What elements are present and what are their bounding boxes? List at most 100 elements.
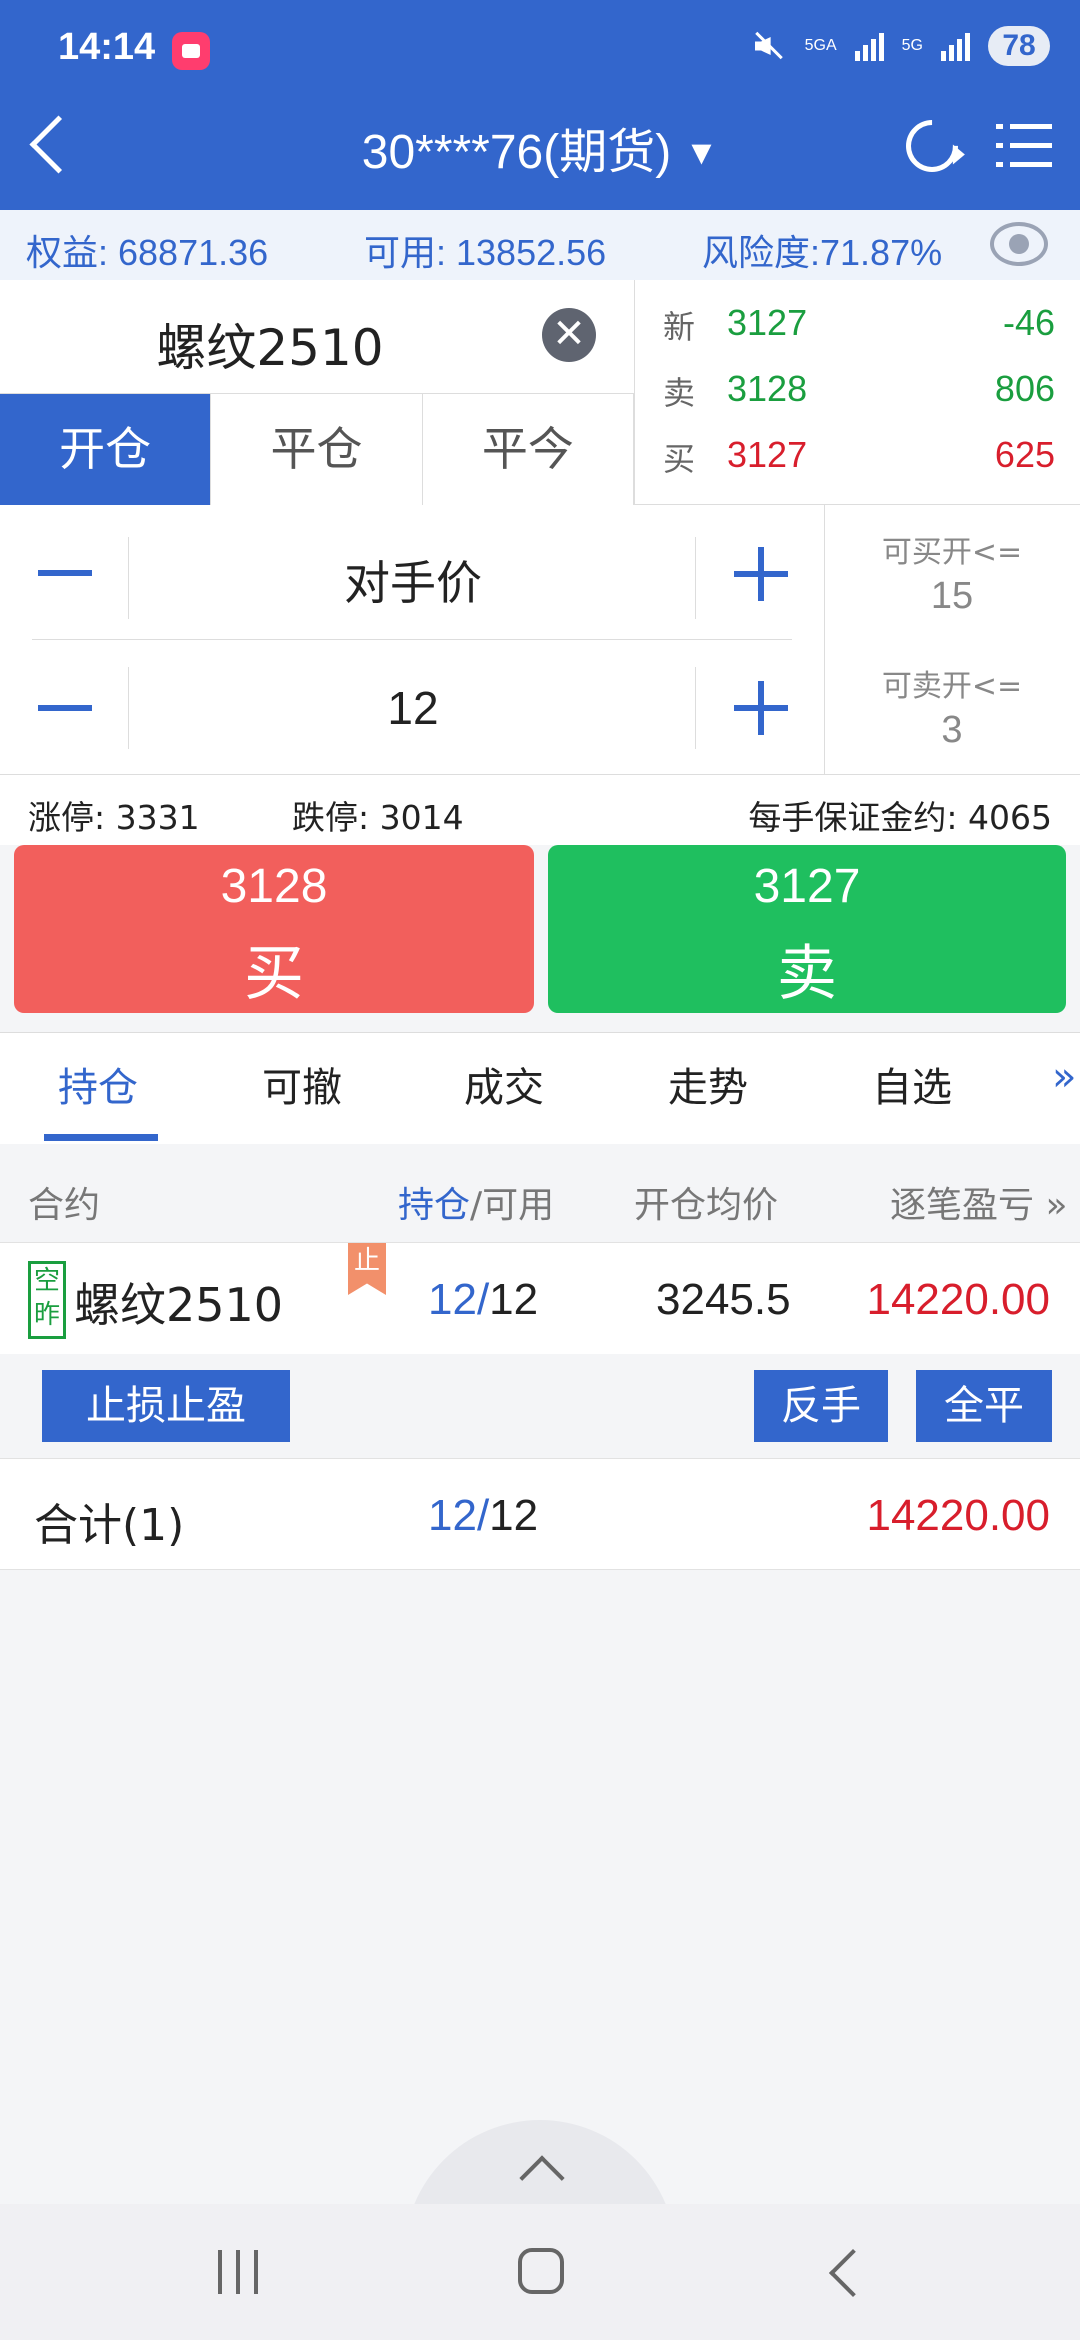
battery-indicator: 78 [988,26,1050,66]
stop-bookmark-tag: 止 [348,1243,386,1295]
max-buy-open-value: 15 [930,575,974,617]
sell-label: 卖 [777,939,837,1009]
position-hold-value: 12/ [428,1275,490,1324]
signal-icon [854,31,884,61]
table-row[interactable]: 空昨 螺纹2510 止 12/12 3245.5 14220.00 [0,1242,1080,1354]
quantity-input[interactable]: 12 [130,681,696,735]
tab-cancellable[interactable]: 可撤 [262,1055,342,1113]
position-contract-name: 螺纹2510 [74,1278,284,1332]
quote-last-price: 3127 [727,302,808,343]
reverse-button[interactable]: 反手 [754,1370,888,1442]
col-pnl[interactable]: 逐笔盈亏 » [890,1176,1067,1228]
sell-price: 3127 [753,860,861,913]
position-avg-price: 3245.5 [656,1275,791,1324]
total-hold-value: 12/ [428,1491,490,1540]
total-hold: 12/12 [428,1491,538,1541]
quote-ask-price: 3128 [727,368,808,409]
quote-ask-row[interactable]: 卖 3128 806 [635,368,1080,434]
quote-ask-volume: 806 [994,368,1055,409]
contract-name[interactable]: 螺纹2510 [0,308,540,380]
status-time: 14:14 [58,26,156,68]
quote-bid-volume: 625 [994,434,1055,475]
max-sell-open-value: 3 [941,709,963,751]
quote-last-label: 新 [663,308,696,346]
total-pnl: 14220.00 [866,1491,1050,1540]
tab-watchlist[interactable]: 自选 [872,1055,952,1113]
col-contract: 合约 [28,1185,101,1226]
buy-price: 3128 [220,860,328,913]
top-bar: 14:14 5GA 5G 78 30****76(期货) ▼ [0,0,1080,210]
col-avg-price: 开仓均价 [634,1185,779,1226]
active-tab-indicator [44,1134,158,1141]
position-available-value: 12 [489,1275,539,1324]
price-plus-button[interactable] [734,547,788,601]
total-label: 合计(1) [34,1500,185,1551]
signal-icon [941,31,970,61]
risk-value: 风险度:71.87% [702,232,943,273]
divider [695,667,696,749]
order-panel: 对手价 12 可买开<= 15 可卖开<= 3 [0,505,1080,775]
trade-type-tabs: 开仓 平仓 平今 [0,393,634,505]
dropdown-triangle-icon: ▼ [684,134,719,172]
col-hold: 持仓/可用 [398,1176,554,1228]
price-mode-selector[interactable]: 对手价 [130,547,696,613]
more-tabs-button[interactable]: » [1052,1054,1076,1100]
tab-trend[interactable]: 走势 [668,1055,748,1113]
quantity-plus-button[interactable] [734,681,788,735]
clear-contract-button[interactable]: ✕ [542,308,596,362]
col-available-label: /可用 [470,1185,555,1226]
divider [128,537,129,619]
buy-button[interactable]: 3128 买 [14,845,534,1013]
mute-icon [749,27,787,65]
stop-loss-take-profit-button[interactable]: 止损止盈 [42,1370,290,1442]
home-button[interactable] [518,2248,564,2294]
system-nav-bar [0,2204,1080,2340]
positions-table-header: 合约 持仓/可用 开仓均价 逐笔盈亏 » [0,1160,1080,1240]
sell-button[interactable]: 3127 卖 [548,845,1066,1013]
position-tabs: 持仓 可撤 成交 走势 自选 [0,1032,1080,1144]
tab-close[interactable]: 平仓 [211,394,423,505]
divider [695,537,696,619]
tab-positions[interactable]: 持仓 [58,1055,138,1113]
price-limits-row: 涨停: 3331 跌停: 3014 每手保证金约: 4065 [0,775,1080,845]
position-pnl: 14220.00 [866,1275,1050,1324]
quote-last-change: -46 [1002,302,1055,343]
position-actions: 止损止盈 反手 全平 [0,1354,1080,1456]
price-minus-button[interactable] [38,570,92,576]
max-sell-open-label: 可卖开<= [881,669,1023,704]
direction-tag: 空昨 [28,1261,66,1339]
position-hold: 12/12 [428,1275,538,1325]
col-hold-label: 持仓 [398,1185,471,1226]
margin-per-lot: 每手保证金约: 4065 [748,798,1052,837]
network-5g-label: 5G [901,37,923,54]
tab-close-today[interactable]: 平今 [422,394,634,505]
quote-panel: 新 3127 -46 卖 3128 806 买 3127 625 [634,280,1080,505]
account-title: 30****76(期货) [361,126,672,179]
equity-value: 权益: 68871.36 [26,232,269,273]
tab-open[interactable]: 开仓 [0,394,212,505]
eye-icon[interactable] [990,222,1048,266]
total-available-value: 12 [489,1491,539,1540]
system-back-button[interactable] [828,2248,878,2298]
quote-ask-label: 卖 [663,374,696,412]
menu-list-icon[interactable] [996,120,1052,172]
total-row: 合计(1) 12/12 14220.00 [0,1458,1080,1570]
limit-up: 涨停: 3331 [28,798,200,837]
quote-bid-row[interactable]: 买 3127 625 [635,434,1080,500]
buy-label: 买 [244,939,304,1009]
recent-apps-button[interactable] [218,2250,262,2294]
account-info-bar: 权益: 68871.36 可用: 13852.56 风险度:71.87% [0,210,1080,280]
divider [32,639,792,640]
quote-last-row: 新 3127 -46 [635,302,1080,368]
divider [128,667,129,749]
max-buy-open-label: 可买开<= [881,535,1023,570]
quote-bid-label: 买 [663,440,696,478]
quantity-minus-button[interactable] [38,705,92,711]
tab-filled[interactable]: 成交 [464,1055,544,1113]
max-buy-open: 可买开<= 15 [824,527,1080,618]
close-all-button[interactable]: 全平 [916,1370,1052,1442]
quote-bid-price: 3127 [727,434,808,475]
network-5ga-label: 5GA [804,37,837,54]
status-indicators: 5GA 5G 78 [749,26,1050,66]
max-sell-open: 可卖开<= 3 [824,661,1080,752]
